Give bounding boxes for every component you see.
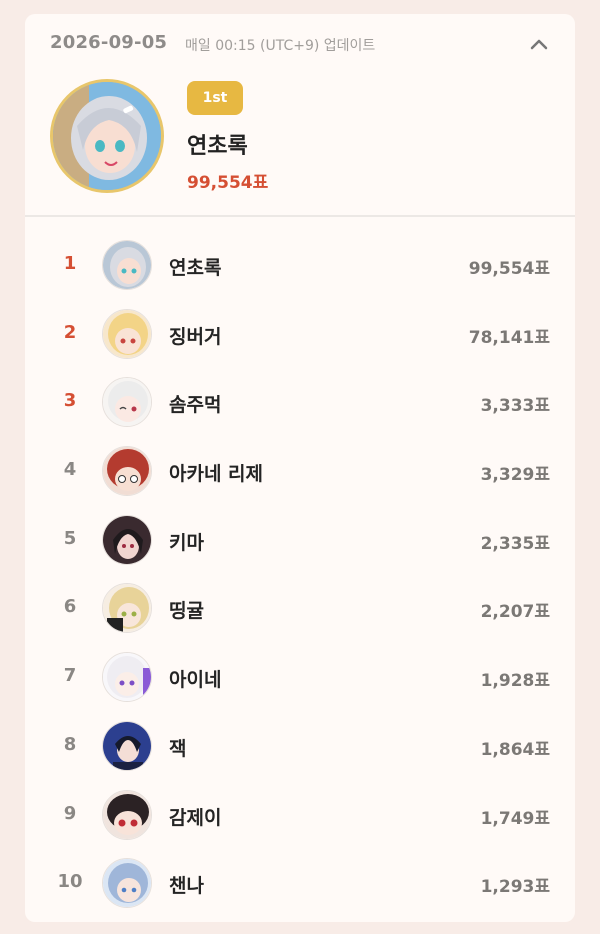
avatar bbox=[102, 377, 152, 428]
update-schedule-text: 매일 00:15 (UTC+9) 업데이트 bbox=[185, 38, 376, 54]
chevron-up-icon[interactable] bbox=[527, 34, 551, 54]
top-ranked-avatar bbox=[50, 79, 164, 193]
member-name: 징버거 bbox=[169, 325, 222, 348]
avatar bbox=[102, 720, 152, 771]
vote-count: 3,333표 bbox=[480, 396, 550, 417]
rank-number: 5 bbox=[63, 527, 77, 549]
avatar bbox=[102, 789, 152, 840]
avatar bbox=[102, 240, 152, 290]
member-name: 아이네 bbox=[169, 669, 222, 692]
rank-number: 2 bbox=[63, 321, 77, 343]
rank-number: 9 bbox=[63, 802, 77, 824]
vote-count: 3,329표 bbox=[480, 465, 550, 486]
card-header[interactable]: 2026-09-05 매일 00:15 (UTC+9) 업데이트 bbox=[25, 14, 575, 74]
ranking-row[interactable]: 7 아이네 1,928표 bbox=[25, 643, 575, 712]
rank-number: 6 bbox=[63, 596, 77, 618]
ranking-row[interactable]: 10 챈나 1,293표 bbox=[25, 849, 575, 918]
member-name: 감제이 bbox=[169, 806, 222, 829]
member-name: 띵귤 bbox=[169, 600, 204, 623]
vote-count: 99,554표 bbox=[468, 259, 550, 279]
rank-number: 4 bbox=[63, 459, 77, 481]
rank-number: 1 bbox=[63, 253, 77, 274]
member-name: 아카네 리제 bbox=[169, 463, 264, 486]
ranking-row[interactable]: 1 연초록 99,554표 bbox=[25, 231, 575, 300]
vote-count: 1,864표 bbox=[480, 739, 550, 760]
rank-number: 10 bbox=[57, 871, 83, 893]
avatar bbox=[102, 652, 152, 703]
ranking-row[interactable]: 4 아카네 리제 3,329표 bbox=[25, 437, 575, 506]
top-ranked-votes: 99,554표 bbox=[187, 173, 269, 193]
ranking-row[interactable]: 5 키마 2,335표 bbox=[25, 506, 575, 575]
ranking-row[interactable]: 2 징버거 78,141표 bbox=[25, 300, 575, 369]
vote-count: 1,293표 bbox=[480, 877, 550, 898]
vote-count: 2,335표 bbox=[480, 533, 550, 554]
vote-count: 1,928표 bbox=[480, 671, 550, 692]
member-name: 키마 bbox=[169, 531, 204, 554]
ranking-row[interactable]: 9 감제이 1,749표 bbox=[25, 781, 575, 850]
top-ranked-name: 연초록 bbox=[187, 134, 248, 159]
rank-number: 3 bbox=[63, 390, 77, 412]
member-name: 챈나 bbox=[169, 875, 204, 898]
avatar bbox=[102, 446, 152, 497]
vote-count: 2,207표 bbox=[480, 602, 550, 623]
avatar bbox=[102, 514, 152, 565]
ranking-date: 2026-09-05 bbox=[50, 32, 168, 53]
avatar bbox=[102, 308, 152, 359]
ranking-card: 2026-09-05 매일 00:15 (UTC+9) 업데이트 1st 연초록 bbox=[25, 14, 575, 922]
rank-number: 7 bbox=[63, 665, 77, 687]
section-divider bbox=[25, 215, 575, 217]
ranking-row[interactable]: 3 솜주먹 3,333표 bbox=[25, 368, 575, 437]
avatar bbox=[102, 858, 152, 909]
ranking-list: 1 연초록 99,554표 2 징버거 78,141표 3 솜주먹 3,333표… bbox=[25, 231, 575, 918]
ranking-row[interactable]: 8 잭 1,864표 bbox=[25, 712, 575, 781]
member-name: 연초록 bbox=[169, 257, 222, 279]
member-name: 잭 bbox=[169, 737, 187, 760]
avatar bbox=[102, 583, 152, 634]
rank-number: 8 bbox=[63, 733, 77, 755]
member-name: 솜주먹 bbox=[169, 394, 222, 417]
vote-count: 1,749표 bbox=[480, 808, 550, 829]
first-place-badge: 1st bbox=[187, 81, 243, 115]
top-ranked-summary[interactable]: 1st 연초록 99,554표 bbox=[25, 74, 575, 214]
ranking-row[interactable]: 6 띵귤 2,207표 bbox=[25, 574, 575, 643]
vote-count: 78,141표 bbox=[468, 327, 550, 348]
